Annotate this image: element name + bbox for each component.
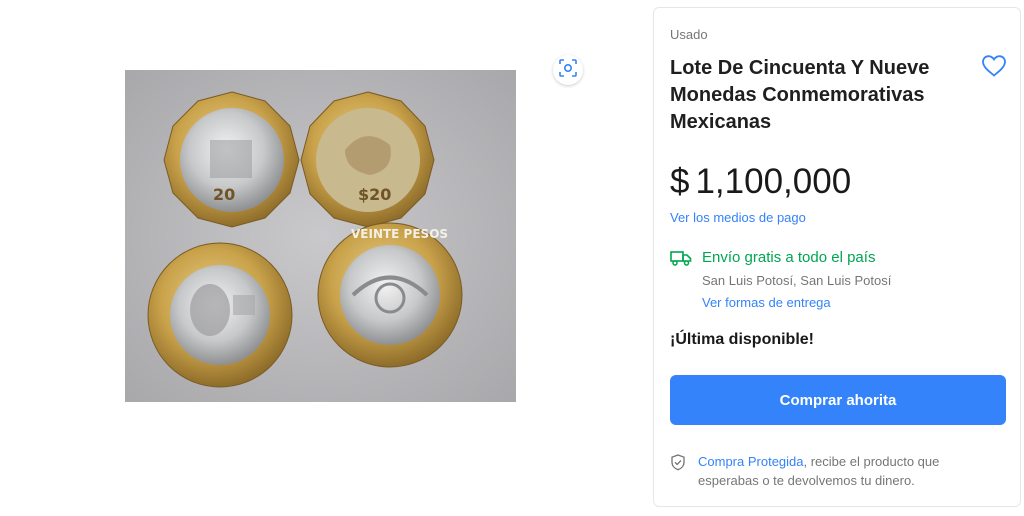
purchase-protection-text: Compra Protegida, recibe el producto que… <box>698 452 998 490</box>
svg-text:VEINTE PESOS: VEINTE PESOS <box>351 227 448 241</box>
heart-outline-icon <box>981 55 1007 82</box>
truck-icon <box>670 250 692 266</box>
protected-purchase-link[interactable]: Compra Protegida <box>698 454 804 469</box>
shield-check-icon <box>670 454 686 471</box>
zoom-scan-icon <box>559 58 577 82</box>
product-main-image[interactable]: 20 $20 VEINTE PESOS <box>125 70 516 402</box>
free-shipping-label: Envío gratis a todo el país <box>702 249 876 266</box>
zoom-button[interactable] <box>553 55 583 85</box>
price-currency: $ <box>670 162 690 201</box>
favorite-button[interactable] <box>981 54 1007 78</box>
stock-status: ¡Última disponible! <box>670 331 814 348</box>
product-title: Lote De Cincuenta Y Nueve Monedas Conmem… <box>670 57 930 133</box>
payment-methods-link[interactable]: Ver los medios de pago <box>670 210 806 225</box>
product-gallery: 20 $20 VEINTE PESOS <box>0 0 640 516</box>
product-price: $1,100,000 <box>670 162 851 202</box>
item-condition: Usado <box>670 27 708 42</box>
delivery-options-link[interactable]: Ver formas de entrega <box>702 295 831 310</box>
svg-text:$20: $20 <box>358 185 391 204</box>
buy-now-button[interactable]: Comprar ahorita <box>670 375 1006 425</box>
price-value: 1,100,000 <box>695 162 852 201</box>
buy-box: Usado Lote De Cincuenta Y Nueve Monedas … <box>653 7 1021 507</box>
seller-location: San Luis Potosí, San Luis Potosí <box>702 273 892 288</box>
svg-text:20: 20 <box>213 185 235 204</box>
